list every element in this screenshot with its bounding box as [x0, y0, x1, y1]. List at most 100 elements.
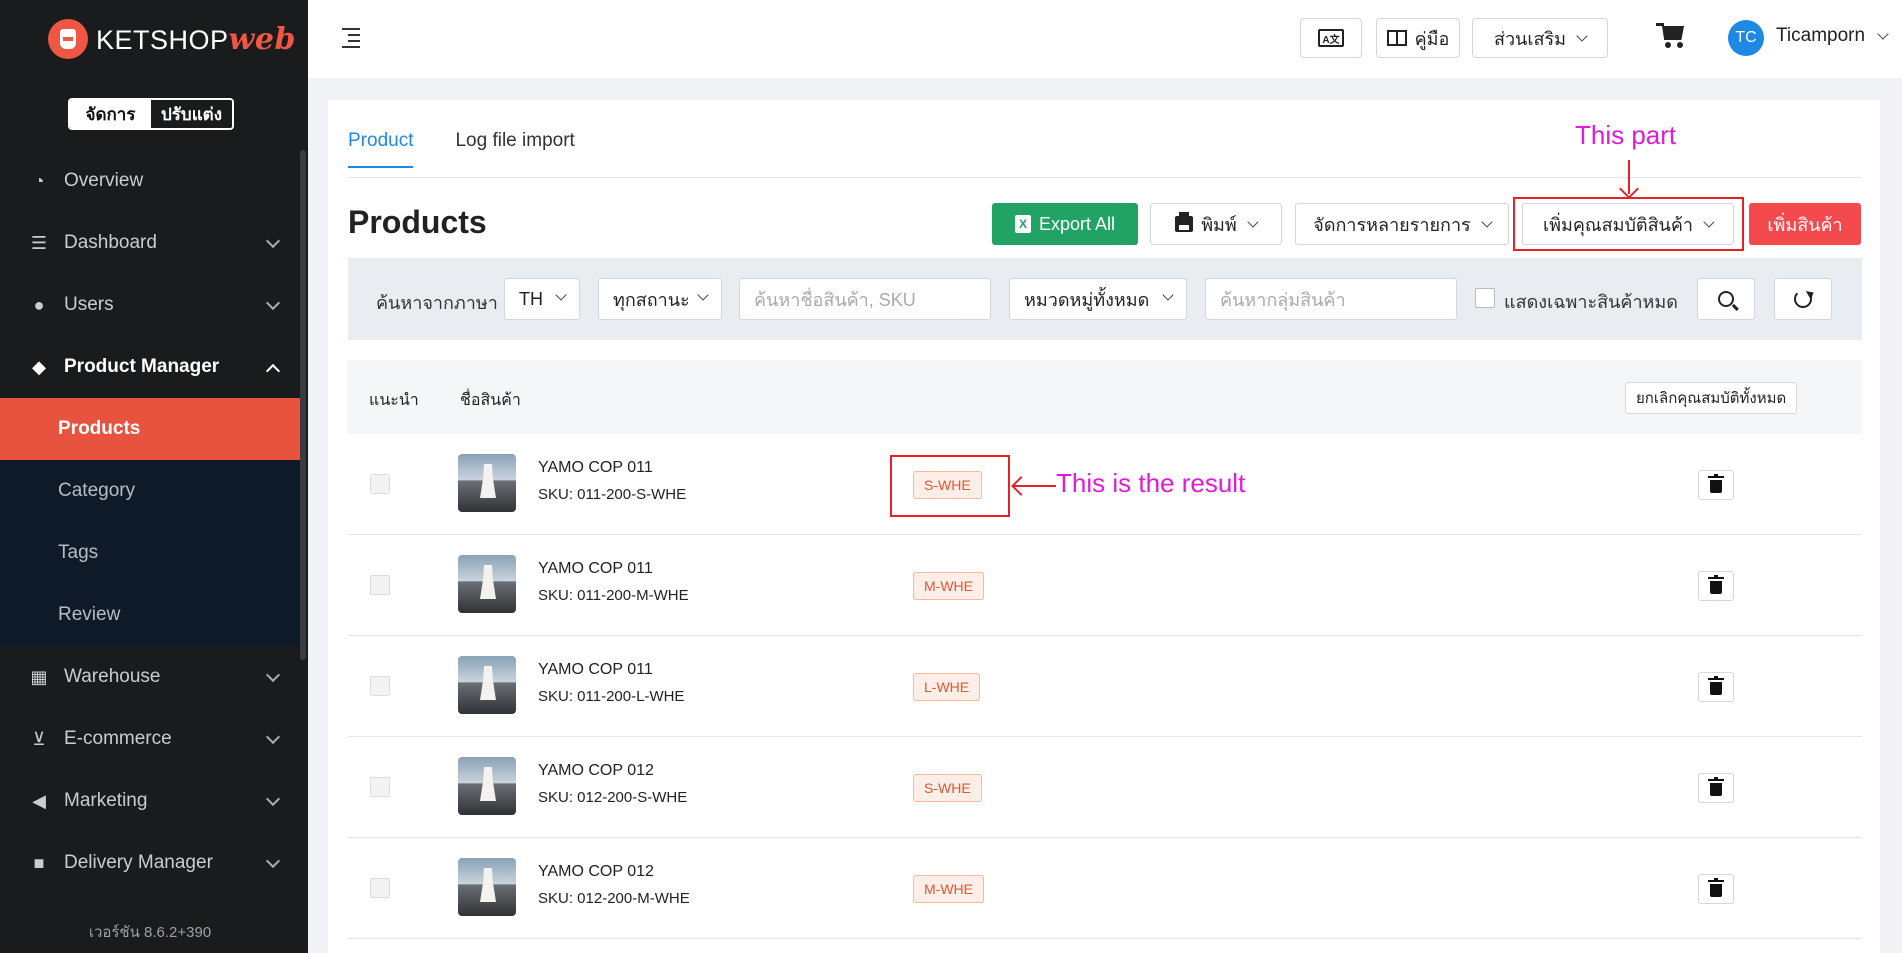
refresh-button[interactable] [1774, 278, 1832, 320]
bar-chart-icon: ☰ [30, 232, 48, 253]
user-menu[interactable]: Ticamporn [1776, 25, 1889, 47]
chevron-down-icon [265, 729, 281, 745]
delete-attribute-button[interactable] [1698, 470, 1734, 500]
recommend-checkbox[interactable] [370, 575, 390, 595]
mode-switch[interactable]: จัดการ ปรับแต่ง [68, 98, 234, 130]
sidebar-subitem-category[interactable]: Category [0, 460, 300, 522]
clear-all-attributes-button[interactable]: ยกเลิกคุณสมบัติทั้งหมด [1625, 382, 1798, 414]
chevron-down-icon [1247, 216, 1259, 228]
status-select[interactable]: ทุกสถานะ [598, 278, 722, 320]
sidebar-subitem-products[interactable]: Products [0, 398, 300, 460]
sidebar-item-delivery-manager[interactable]: ■ Delivery Manager [0, 832, 300, 894]
tab-product[interactable]: Product [348, 130, 414, 168]
sidebar-item-warehouse[interactable]: ▦ Warehouse [0, 646, 300, 708]
tabs-divider [348, 177, 1862, 178]
filter-bar: ค้นหาจากภาษา TH ทุกสถานะ ค้นหาชื่อสินค้า… [348, 258, 1862, 340]
sidebar-subitem-review[interactable]: Review [0, 584, 300, 646]
language-button[interactable]: A文 [1300, 18, 1362, 58]
delete-attribute-button[interactable] [1698, 672, 1734, 702]
sidebar-subitem-tags[interactable]: Tags [0, 522, 300, 584]
mode-manage[interactable]: จัดการ [70, 100, 151, 128]
excel-icon: X [1014, 215, 1031, 233]
delete-attribute-button[interactable] [1698, 571, 1734, 601]
table-row: YAMO COP 011 SKU: 011-200-L-WHE L-WHE [348, 636, 1862, 737]
trash-icon [1708, 777, 1724, 796]
product-name[interactable]: YAMO COP 011 [538, 560, 653, 578]
chevron-down-icon [1877, 28, 1889, 40]
out-of-stock-label: แสดงเฉพาะสินค้าหมด [1504, 292, 1678, 312]
chevron-down-icon [1481, 216, 1493, 228]
page-title: Products [348, 204, 487, 240]
mode-customize[interactable]: ปรับแต่ง [151, 100, 232, 128]
product-name[interactable]: YAMO COP 012 [538, 762, 654, 780]
chevron-down-icon [265, 853, 281, 869]
language-select[interactable]: TH [504, 278, 580, 320]
search-language-label: ค้นหาจากภาษา [376, 293, 498, 313]
chevron-up-icon [265, 363, 281, 379]
user-icon: ● [33, 294, 45, 315]
recommend-checkbox[interactable] [370, 878, 390, 898]
product-thumbnail[interactable] [458, 656, 516, 714]
warehouse-icon: ▦ [30, 666, 48, 687]
product-thumbnail[interactable] [458, 858, 516, 916]
product-search-input[interactable]: ค้นหาชื่อสินค้า, SKU [739, 278, 991, 320]
book-icon [1386, 30, 1407, 46]
product-name[interactable]: YAMO COP 011 [538, 661, 653, 679]
add-product-button[interactable]: เพิ่มสินค้า [1749, 203, 1861, 245]
sidebar-toggle-icon[interactable] [338, 28, 362, 48]
manual-button[interactable]: คู่มือ [1376, 18, 1460, 58]
delete-attribute-button[interactable] [1698, 874, 1734, 904]
product-manager-submenu: Products Category Tags Review [0, 398, 300, 646]
table-row: YAMO COP 011 SKU: 011-200-M-WHE M-WHE [348, 535, 1862, 636]
sidebar-item-dashboard[interactable]: ☰ Dashboard [0, 212, 300, 274]
trash-icon [1708, 575, 1724, 594]
export-all-button[interactable]: X Export All [992, 203, 1138, 245]
pie-chart-icon: ◔ [33, 170, 45, 191]
category-select[interactable]: หมวดหมู่ทั้งหมด [1009, 278, 1187, 320]
chevron-down-icon [1576, 30, 1588, 42]
product-thumbnail[interactable] [458, 757, 516, 815]
print-dropdown[interactable]: พิมพ์ [1150, 203, 1282, 245]
megaphone-icon: ◀ [32, 790, 46, 811]
product-thumbnail[interactable] [458, 454, 516, 512]
sidebar-item-ecommerce[interactable]: ⊻ E-commerce [0, 708, 300, 770]
sidebar-item-product-manager[interactable]: ◆ Product Manager [0, 336, 300, 398]
tab-log-file-import[interactable]: Log file import [455, 130, 574, 168]
annotation-this-is-the-result: This is the result [1056, 468, 1246, 498]
cart-icon[interactable] [1656, 20, 1688, 50]
trash-icon [1708, 878, 1724, 897]
recommend-checkbox[interactable] [370, 474, 390, 494]
sidebar-scrollbar[interactable] [300, 150, 306, 660]
avatar[interactable]: TC [1728, 20, 1764, 56]
product-sku: SKU: 011-200-S-WHE [538, 486, 687, 503]
tab-bar: Product Log file import [348, 130, 575, 168]
product-thumbnail[interactable] [458, 555, 516, 613]
addons-dropdown[interactable]: ส่วนเสริม [1472, 18, 1608, 58]
app-version: เวอร์ชัน 8.6.2+390 [88, 924, 212, 941]
delete-attribute-button[interactable] [1698, 773, 1734, 803]
brand-logo[interactable]: KETSHOPweb [48, 18, 296, 60]
annotation-highlight-attribute [1513, 197, 1744, 251]
chevron-down-icon [555, 289, 567, 301]
sidebar-item-marketing[interactable]: ◀ Marketing [0, 770, 300, 832]
annotation-arrowhead-down [1619, 179, 1639, 199]
top-bar: A文 คู่มือ ส่วนเสริม TC Ticamporn [308, 0, 1902, 78]
truck-icon: ■ [33, 852, 45, 873]
chevron-down-icon [265, 791, 281, 807]
translate-icon: A文 [1318, 29, 1344, 47]
search-button[interactable] [1697, 278, 1755, 320]
product-name[interactable]: YAMO COP 012 [538, 863, 654, 881]
bulk-actions-dropdown[interactable]: จัดการหลายรายการ [1295, 203, 1509, 245]
product-group-search-input[interactable]: ค้นหากลุ่มสินค้า [1205, 278, 1457, 320]
sidebar-item-overview[interactable]: ◔ Overview [0, 150, 300, 212]
sidebar-item-users[interactable]: ● Users [0, 274, 300, 336]
ketshop-logo-icon [48, 19, 88, 59]
product-name[interactable]: YAMO COP 011 [538, 459, 653, 477]
annotation-highlight-result [890, 455, 1010, 517]
recommend-checkbox[interactable] [370, 676, 390, 696]
product-sku: SKU: 012-200-S-WHE [538, 789, 688, 806]
cart-icon: ⊻ [32, 728, 46, 749]
recommend-checkbox[interactable] [370, 777, 390, 797]
attribute-badge: S-WHE [913, 774, 982, 802]
out-of-stock-checkbox[interactable] [1475, 288, 1495, 308]
